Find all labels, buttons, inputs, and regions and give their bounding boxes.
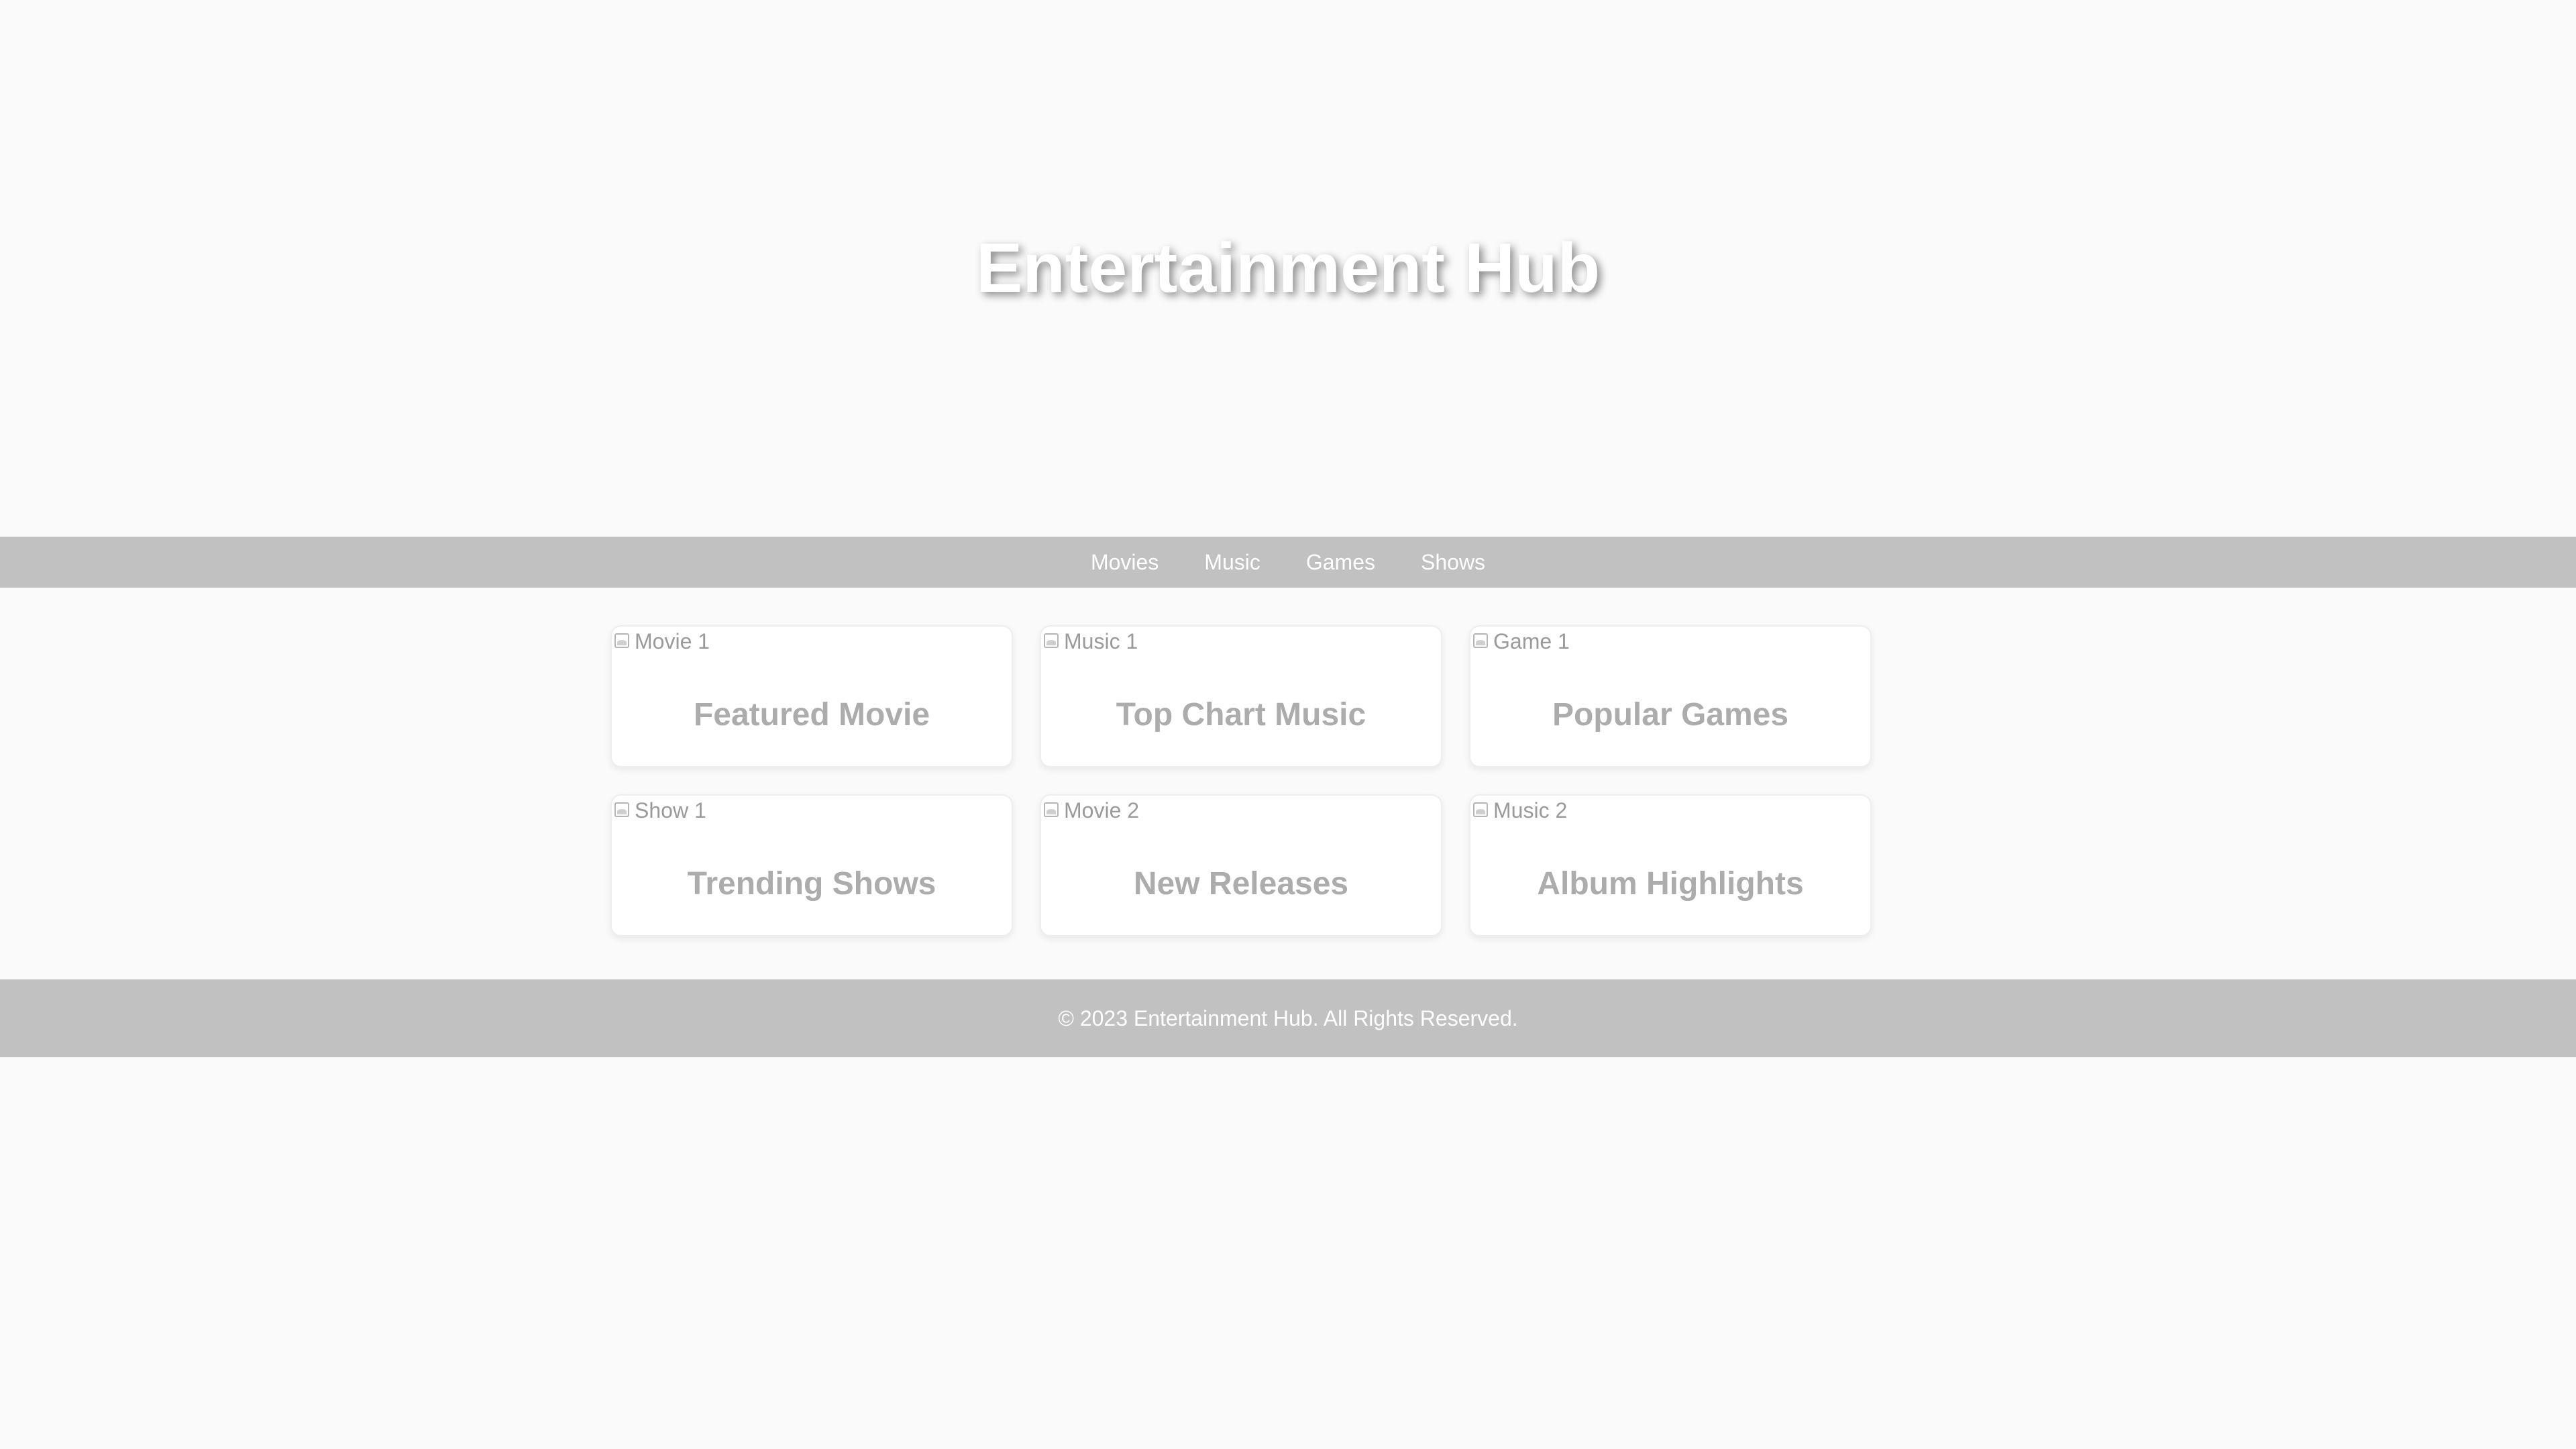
card-featured-movie[interactable]: Movie 1 Featured Movie [610,625,1013,767]
card-image: Movie 1 [613,628,710,655]
card-popular-games[interactable]: Game 1 Popular Games [1469,625,1872,767]
card-image: Movie 2 [1042,797,1139,824]
card-title: Popular Games [1552,697,1789,733]
card-image: Show 1 [613,797,706,824]
card-title: Trending Shows [687,866,936,902]
main-nav: Movies Music Games Shows [0,537,2576,588]
nav-item-music[interactable]: Music [1204,549,1260,576]
card-image-alt: Movie 2 [1064,798,1140,822]
card-image-alt: Music 2 [1493,798,1568,822]
broken-image-icon [1042,631,1063,652]
card-image: Game 1 [1472,628,1570,655]
broken-image-icon [1472,800,1492,821]
card-title: Top Chart Music [1116,697,1366,733]
site-title: Entertainment Hub [975,229,1601,307]
card-new-releases[interactable]: Movie 2 New Releases [1040,794,1442,936]
card-top-chart-music[interactable]: Music 1 Top Chart Music [1040,625,1442,767]
card-image-alt: Music 1 [1064,629,1138,653]
broken-image-icon [613,631,633,652]
card-title: Album Highlights [1537,866,1804,902]
card-image-alt: Movie 1 [635,629,710,653]
broken-image-icon [1472,631,1492,652]
copyright-text: © 2023 Entertainment Hub. All Rights Res… [1058,1006,1518,1030]
hero-header: Entertainment Hub [0,0,2576,537]
content-grid: Movie 1 Featured Movie Music 1 Top Chart… [610,625,1878,936]
card-title: New Releases [1133,866,1349,902]
card-trending-shows[interactable]: Show 1 Trending Shows [610,794,1013,936]
nav-item-games[interactable]: Games [1306,549,1375,576]
nav-item-movies[interactable]: Movies [1091,549,1159,576]
broken-image-icon [613,800,633,821]
card-image-alt: Show 1 [635,798,706,822]
broken-image-icon [1042,800,1063,821]
card-album-highlights[interactable]: Music 2 Album Highlights [1469,794,1872,936]
card-title: Featured Movie [693,697,930,733]
nav-item-shows[interactable]: Shows [1421,549,1485,576]
page-footer: © 2023 Entertainment Hub. All Rights Res… [0,979,2576,1057]
card-image: Music 2 [1472,797,1567,824]
card-image: Music 1 [1042,628,1138,655]
card-image-alt: Game 1 [1493,629,1570,653]
